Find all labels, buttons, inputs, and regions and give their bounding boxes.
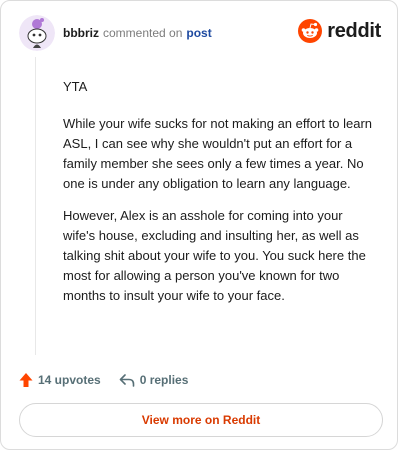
username-link[interactable]: bbbriz <box>63 26 99 40</box>
reddit-brand[interactable]: reddit <box>298 19 381 43</box>
comment-paragraph: YTA <box>63 79 88 94</box>
comment-footer: 14 upvotes 0 replies <box>19 371 188 389</box>
reddit-logo-icon <box>298 19 323 43</box>
view-more-button[interactable]: View more on Reddit <box>19 403 383 437</box>
upvote-count: 14 upvotes <box>38 373 101 387</box>
comment-header: bbbriz commented on post reddit <box>19 15 381 51</box>
upvote-stat[interactable]: 14 upvotes <box>19 372 101 388</box>
thread-line <box>35 57 36 355</box>
comment-paragraph: However, Alex is an asshole for coming i… <box>63 208 366 303</box>
brand-wordmark: reddit <box>327 19 381 42</box>
comment-meta: bbbriz commented on post <box>63 26 212 40</box>
post-link[interactable]: post <box>186 26 211 40</box>
reply-stat[interactable]: 0 replies <box>119 373 189 387</box>
reply-arrow-icon <box>119 374 135 387</box>
comment-body: YTA While your wife sucks for not making… <box>63 77 375 318</box>
reply-count: 0 replies <box>139 373 189 387</box>
comment-paragraph: While your wife sucks for not making an … <box>63 116 373 191</box>
snoo-avatar-icon[interactable] <box>19 15 55 51</box>
action-text: commented on <box>103 26 183 40</box>
upvote-arrow-icon <box>19 373 33 387</box>
embedded-comment-card: bbbriz commented on post reddit YTA Whil… <box>0 0 398 450</box>
